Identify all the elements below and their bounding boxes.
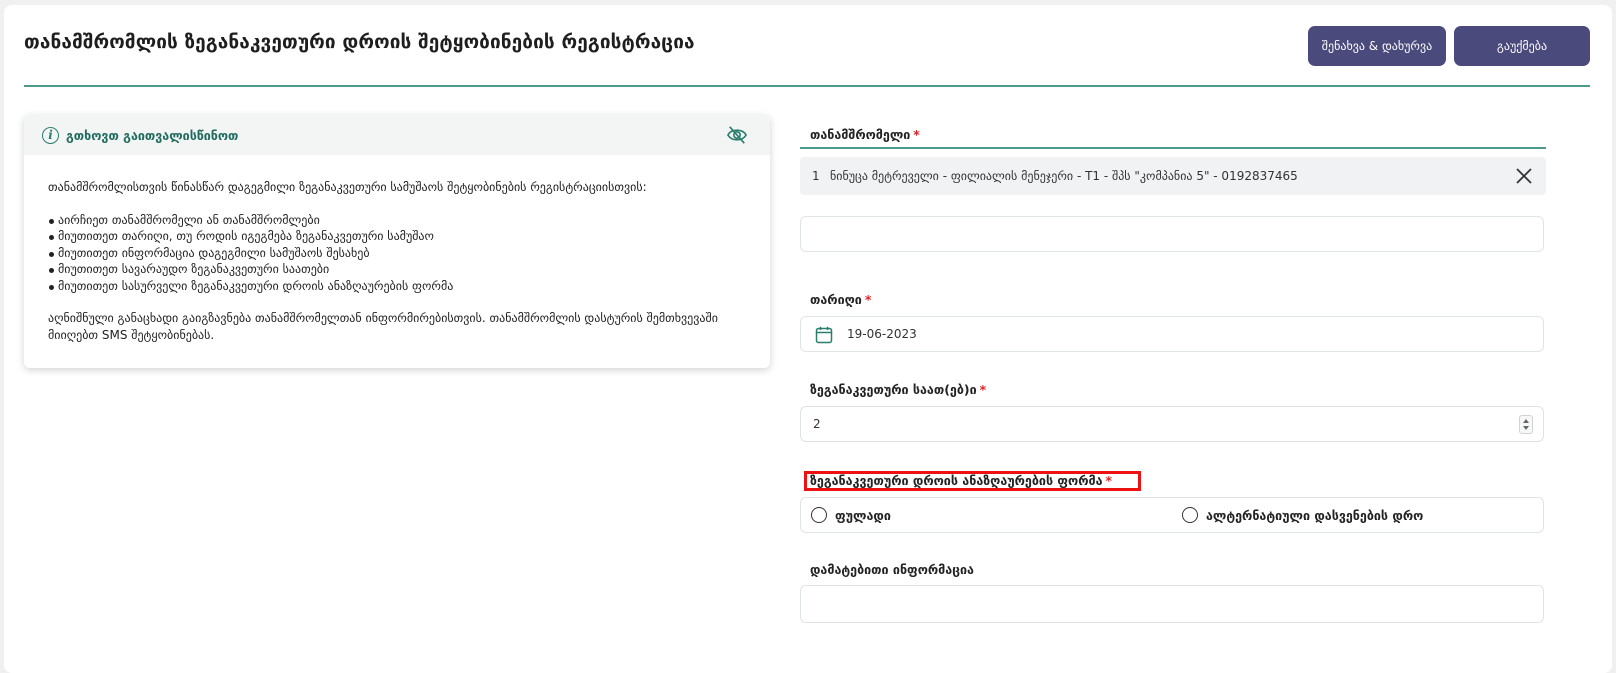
info-bullet-list: აირჩიეთ თანამშრომელი ან თანამშრომლები მი…	[48, 212, 746, 295]
info-card: i გთხოვთ გაითვალისწინოთ თანამშრომლისთვის…	[24, 115, 770, 368]
radio-button[interactable]	[1182, 507, 1198, 523]
info-outro: აღნიშნული განაცხადი გაიგზავნება თანამშრო…	[48, 311, 718, 342]
hours-value: 2	[813, 417, 821, 431]
required-marker: *	[864, 292, 872, 307]
page: თანამშრომლის ზეგანაკვეთური დროის შეტყობი…	[4, 5, 1612, 673]
required-marker: *	[979, 382, 987, 397]
additional-info-input[interactable]	[800, 585, 1544, 623]
date-value: 19-06-2023	[847, 327, 917, 341]
info-card-header: i გთხოვთ გაითვალისწინოთ	[24, 115, 770, 155]
radio-label: ალტერნატიული დასვენების დრო	[1206, 507, 1424, 523]
header: თანამშრომლის ზეგანაკვეთური დროის შეტყობი…	[4, 5, 1612, 87]
list-item: მიუთითეთ სასურველი ზეგანაკვეთური დროის ა…	[48, 278, 746, 295]
calendar-icon	[815, 326, 833, 344]
date-label: თარიღი *	[810, 292, 872, 307]
info-icon: i	[42, 126, 59, 144]
list-item: აირჩიეთ თანამშრომელი ან თანამშრომლები	[48, 212, 746, 229]
hours-label: ზეგანაკვეთური საათ(ებ)ი *	[810, 382, 987, 397]
radio-option-monetary[interactable]: ფულადი	[811, 507, 891, 523]
required-marker: *	[913, 127, 920, 142]
chip-number: 1	[812, 169, 820, 183]
page-title: თანამშრომლის ზეგანაკვეთური დროის შეტყობი…	[24, 31, 695, 53]
selected-employee-chip: 1 ნინუცა მეტრეველი - ფილიალის მენეჯერი -…	[800, 157, 1546, 195]
cancel-button[interactable]: გაუქმება	[1454, 26, 1590, 66]
list-item: მიუთითეთ სავარაუდო ზეგანაკვეთური საათები	[48, 261, 746, 278]
info-body: თანამშრომლისთვის წინასწარ დაგეგმილი ზეგა…	[24, 155, 770, 343]
stepper-up-icon[interactable]	[1523, 419, 1529, 423]
info-heading: გთხოვთ გაითვალისწინოთ	[66, 127, 239, 143]
eye-off-icon[interactable]	[726, 125, 748, 145]
chip-text: ნინუცა მეტრეველი - ფილიალის მენეჯერი - T…	[830, 169, 1298, 183]
radio-label: ფულადი	[835, 507, 891, 523]
info-intro: თანამშრომლისთვის წინასწარ დაგეგმილი ზეგა…	[48, 180, 647, 194]
compensation-radio-group: ფულადი ალტერნატიული დასვენების დრო	[800, 497, 1544, 533]
close-icon[interactable]	[1516, 168, 1532, 184]
list-item: მიუთითეთ თარიღი, თუ როდის იგეგმება ზეგან…	[48, 228, 746, 245]
employee-underline	[800, 147, 1546, 149]
radio-option-alternative-rest[interactable]: ალტერნატიული დასვენების დრო	[1182, 507, 1423, 523]
hours-stepper[interactable]	[1519, 415, 1533, 434]
stepper-down-icon[interactable]	[1523, 426, 1529, 430]
date-input[interactable]: 19-06-2023	[800, 316, 1544, 352]
list-item: მიუთითეთ ინფორმაცია დაგეგმილი სამუშაოს შ…	[48, 245, 746, 262]
highlight-box	[804, 471, 1141, 491]
employee-search-input[interactable]	[800, 216, 1544, 252]
employee-label: თანამშრომელი *	[810, 127, 920, 142]
header-divider	[24, 85, 1590, 87]
additional-info-label: დამატებითი ინფორმაცია	[810, 562, 974, 577]
hours-input[interactable]: 2	[800, 406, 1544, 442]
save-and-close-button[interactable]: შენახვა & დახურვა	[1308, 26, 1446, 66]
radio-button[interactable]	[811, 507, 827, 523]
